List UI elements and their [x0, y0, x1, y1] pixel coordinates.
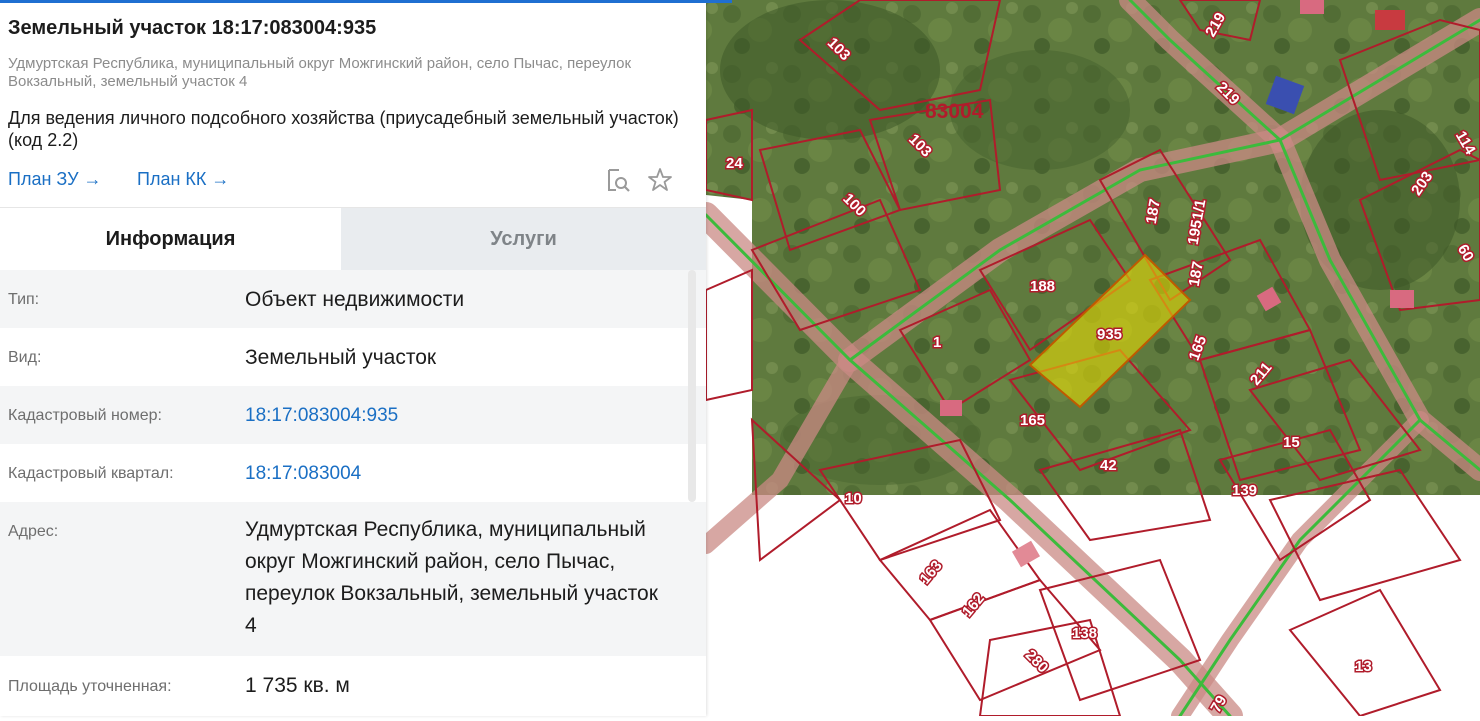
scrollbar[interactable]: [688, 270, 696, 502]
selected-parcel-label: 935: [1097, 326, 1122, 343]
plan-kk-link[interactable]: План КК →: [137, 169, 229, 190]
parcel-label: 139: [1232, 482, 1257, 499]
row-value: Объект недвижимости: [245, 288, 465, 311]
parcel-label: 188: [1030, 278, 1055, 295]
tab-bar: Информация Услуги: [0, 207, 706, 270]
row-value: Земельный участок: [245, 346, 437, 369]
row-label: Площадь уточненная:: [8, 678, 172, 695]
info-row-address: Адрес: Удмуртская Республика, муниципаль…: [0, 502, 706, 656]
row-value: Удмуртская Республика, муниципальный окр…: [245, 518, 658, 637]
info-row-cadastral-number: Кадастровый номер: 18:17:083004:935: [0, 386, 706, 444]
parcel-label: 138: [1072, 625, 1097, 642]
tab-information[interactable]: Информация: [0, 208, 341, 270]
top-accent-bar: [0, 0, 732, 3]
row-label: Кадастровый номер:: [8, 407, 162, 424]
object-purpose: Для ведения личного подсобного хозяйства…: [8, 108, 679, 150]
star-icon[interactable]: [646, 166, 674, 194]
row-label: Тип:: [8, 291, 40, 308]
parcel-label: 24: [726, 155, 743, 172]
parcel-label: 162: [959, 590, 988, 620]
info-row-area: Площадь уточненная: 1 735 кв. м: [0, 656, 706, 716]
parcel-label: 1: [933, 334, 941, 351]
parcel-label: 15: [1283, 434, 1300, 451]
parcel-label: 165: [1020, 412, 1045, 429]
parcel-label: 42: [1100, 457, 1117, 474]
quarter-label: 83004: [925, 100, 984, 123]
search-document-icon[interactable]: [604, 166, 632, 194]
row-label: Кадастровый квартал:: [8, 465, 174, 482]
parcel-label: 13: [1355, 658, 1372, 675]
tab-services[interactable]: Услуги: [341, 208, 706, 270]
info-row-kind: Вид: Земельный участок: [0, 328, 706, 386]
row-value: 1 735 кв. м: [245, 674, 350, 697]
row-label: Адрес:: [8, 523, 59, 540]
parcel-label: 163: [917, 557, 946, 587]
info-row-cadastral-quarter: Кадастровый квартал: 18:17:083004: [0, 444, 706, 502]
object-title: Земельный участок 18:17:083004:935: [8, 17, 377, 39]
object-info-panel: Земельный участок 18:17:083004:935 Удмур…: [0, 0, 732, 716]
info-row-type: Тип: Объект недвижимости: [0, 270, 706, 328]
row-label: Вид:: [8, 349, 42, 366]
plan-zu-link[interactable]: План ЗУ →: [8, 169, 102, 190]
cadastral-quarter-link[interactable]: 18:17:083004: [245, 458, 361, 490]
object-address-subtitle: Удмуртская Республика, муниципальный окр…: [8, 55, 632, 90]
cadastral-number-link[interactable]: 18:17:083004:935: [245, 400, 398, 432]
parcel-label: 10: [845, 490, 862, 507]
